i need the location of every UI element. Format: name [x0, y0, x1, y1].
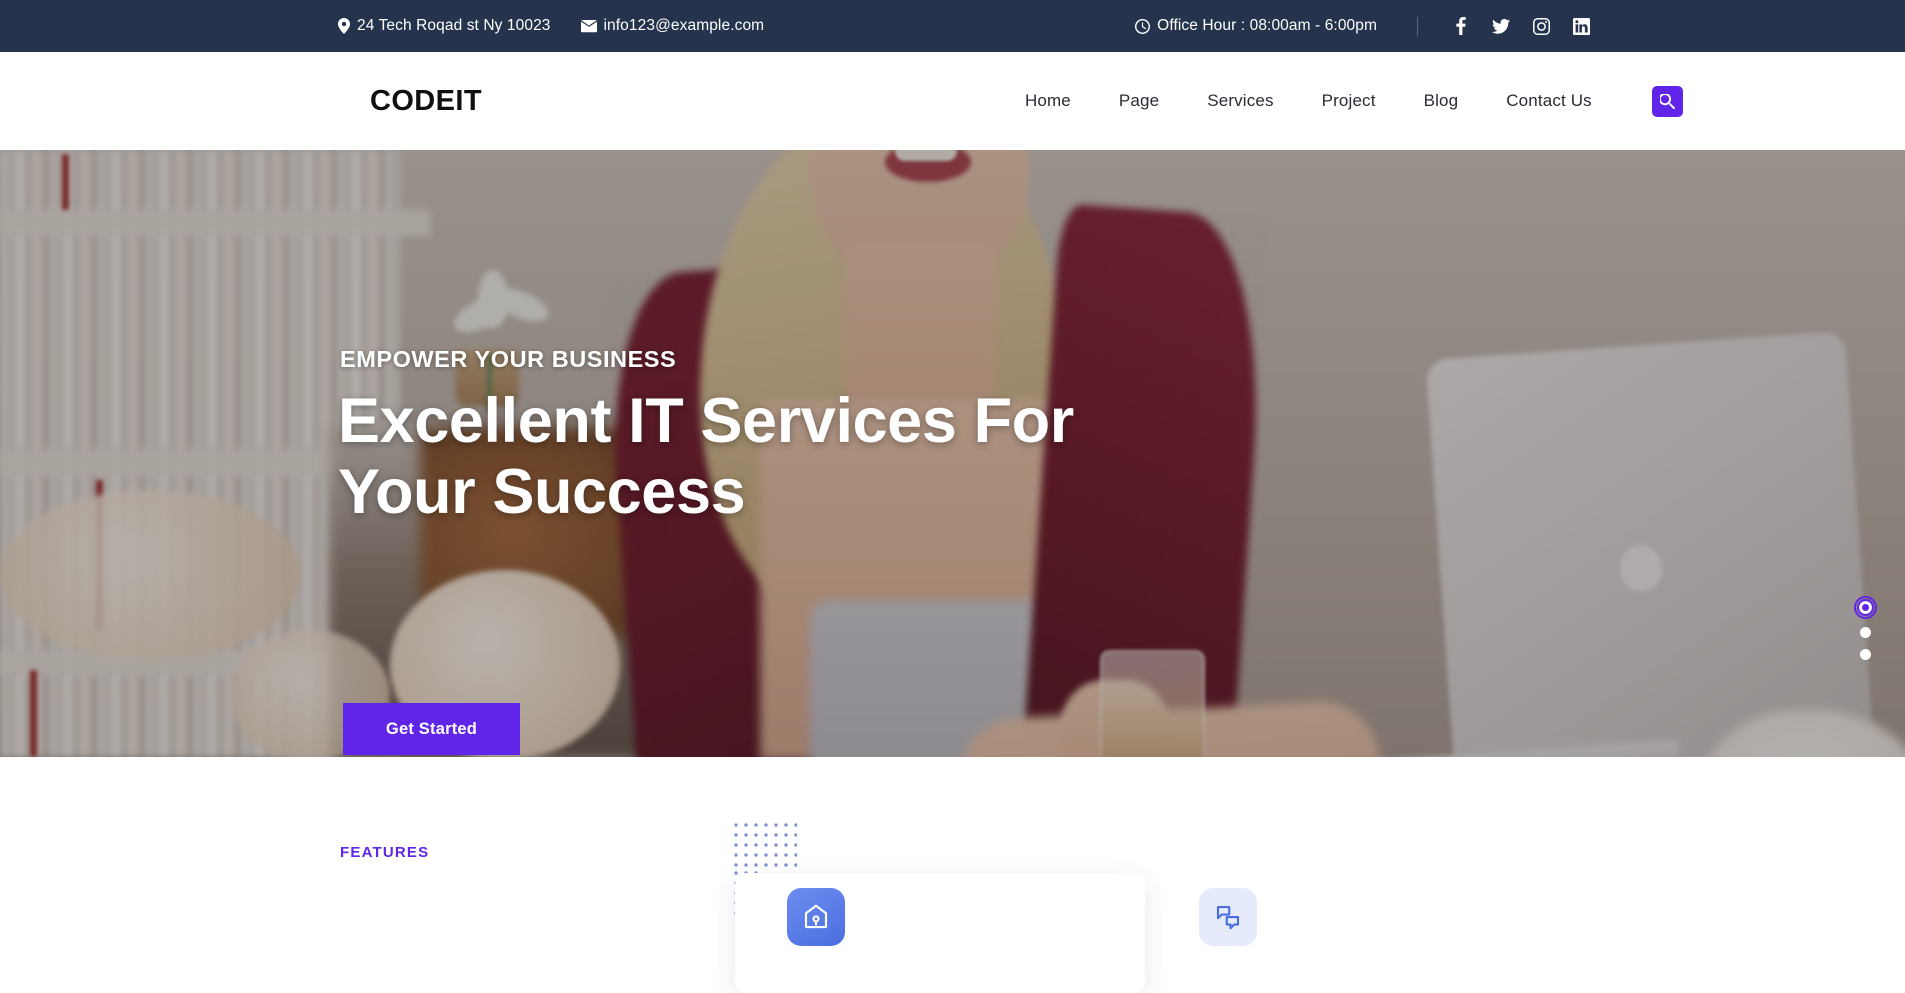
nav-item-blog[interactable]: Blog: [1400, 91, 1483, 111]
slider-dots: [1854, 596, 1877, 660]
nav-item-services[interactable]: Services: [1183, 91, 1297, 111]
home-shield-icon: [801, 902, 831, 932]
nav-item-project[interactable]: Project: [1298, 91, 1400, 111]
search-button[interactable]: [1651, 85, 1683, 117]
address-text: 24 Tech Roqad st Ny 10023: [357, 17, 551, 34]
logo[interactable]: CODEIT: [370, 85, 482, 118]
office-hour-item: Office Hour : 08:00am - 6:00pm: [1135, 17, 1377, 35]
office-hour-text: Office Hour : 08:00am - 6:00pm: [1157, 17, 1377, 34]
slider-dot-3[interactable]: [1860, 649, 1871, 660]
clock-icon: [1135, 18, 1151, 34]
feature-icon-1: [787, 888, 845, 946]
facebook-icon[interactable]: [1452, 17, 1470, 35]
chat-bubbles-icon: [1213, 902, 1243, 932]
top-bar-contact-group: 24 Tech Roqad st Ny 10023 info123@exampl…: [338, 17, 764, 35]
hero-eyebrow: EMPOWER YOUR BUSINESS: [340, 346, 677, 372]
address-item: 24 Tech Roqad st Ny 10023: [338, 17, 551, 35]
top-bar-divider: [1417, 16, 1418, 36]
get-started-button[interactable]: Get Started: [343, 703, 520, 755]
slider-dot-2[interactable]: [1860, 627, 1871, 638]
top-bar-right-group: Office Hour : 08:00am - 6:00pm: [1135, 16, 1590, 36]
email-item[interactable]: info123@example.com: [580, 17, 765, 35]
hero-content: EMPOWER YOUR BUSINESS Excellent IT Servi…: [0, 150, 1905, 757]
map-pin-icon: [338, 18, 350, 34]
main-navigation: Home Page Services Project Blog Contact …: [1001, 91, 1616, 111]
top-bar: 24 Tech Roqad st Ny 10023 info123@exampl…: [0, 0, 1905, 52]
nav-item-contact-us[interactable]: Contact Us: [1482, 91, 1616, 111]
features-label: FEATURES: [340, 844, 430, 861]
hero-title: Excellent IT Services For Your Success: [338, 386, 1074, 528]
linkedin-icon[interactable]: [1572, 17, 1590, 35]
dot-pattern-decoration: [731, 820, 797, 868]
hero-slider: EMPOWER YOUR BUSINESS Excellent IT Servi…: [0, 150, 1905, 757]
instagram-icon[interactable]: [1532, 17, 1550, 35]
nav-item-home[interactable]: Home: [1001, 91, 1095, 111]
twitter-icon[interactable]: [1492, 17, 1510, 35]
social-links: [1452, 17, 1590, 35]
nav-item-page[interactable]: Page: [1095, 91, 1183, 111]
site-header: CODEIT Home Page Services Project Blog C…: [0, 52, 1905, 150]
envelope-icon: [580, 19, 597, 33]
search-icon: [1659, 93, 1675, 109]
feature-icon-2: [1199, 888, 1257, 946]
slider-dot-1[interactable]: [1854, 596, 1877, 619]
email-text: info123@example.com: [603, 17, 765, 34]
